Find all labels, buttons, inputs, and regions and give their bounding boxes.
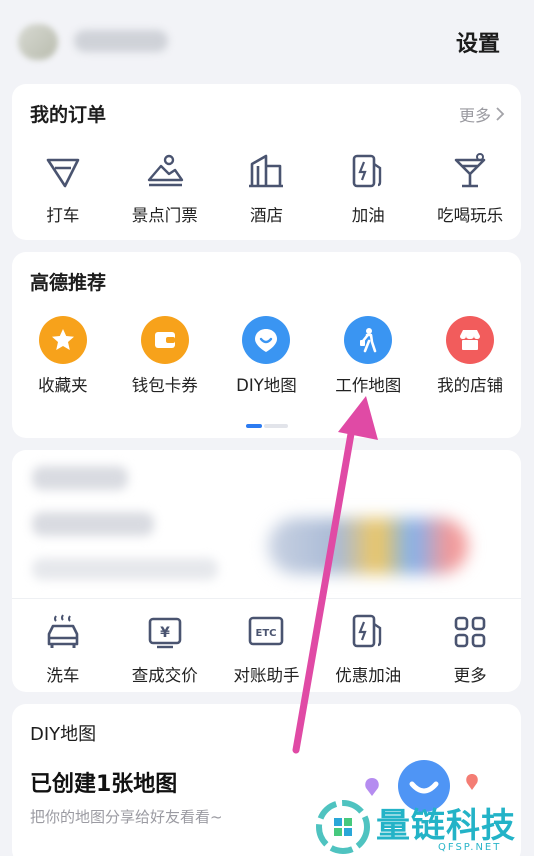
watermark-text: 量链科技 xyxy=(376,806,516,846)
annotation-arrow-icon xyxy=(292,396,378,754)
watermark-url: QFSP.NET xyxy=(438,842,502,853)
watermark: 量链科技 QFSP.NET xyxy=(314,798,534,856)
watermark-logo-icon xyxy=(316,800,370,854)
